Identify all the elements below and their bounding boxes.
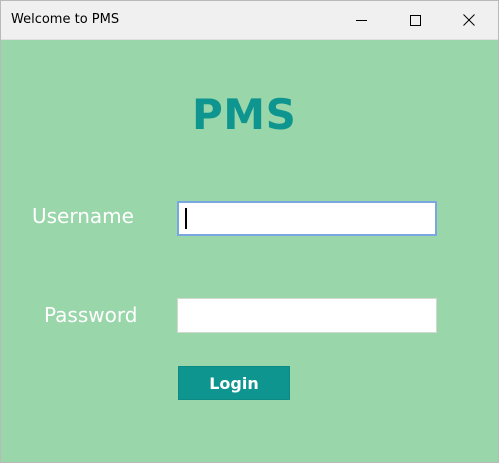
close-button[interactable] (446, 1, 492, 39)
password-label: Password (44, 303, 138, 327)
window-title: Welcome to PMS (11, 12, 120, 27)
title-bar[interactable]: Welcome to PMS (1, 1, 498, 40)
login-panel: PMS Username Password Login (1, 40, 498, 462)
maximize-icon (409, 14, 421, 26)
close-icon (463, 14, 475, 26)
app-title: PMS (192, 90, 297, 139)
login-button[interactable]: Login (178, 366, 290, 400)
minimize-icon (355, 15, 367, 26)
text-cursor (185, 208, 187, 229)
username-label: Username (32, 204, 134, 228)
password-field[interactable] (177, 298, 437, 333)
minimize-button[interactable] (338, 1, 384, 39)
login-window: Welcome to PMS PMS Username Password Log… (0, 0, 499, 463)
maximize-button[interactable] (392, 1, 438, 39)
username-field[interactable] (177, 201, 437, 236)
